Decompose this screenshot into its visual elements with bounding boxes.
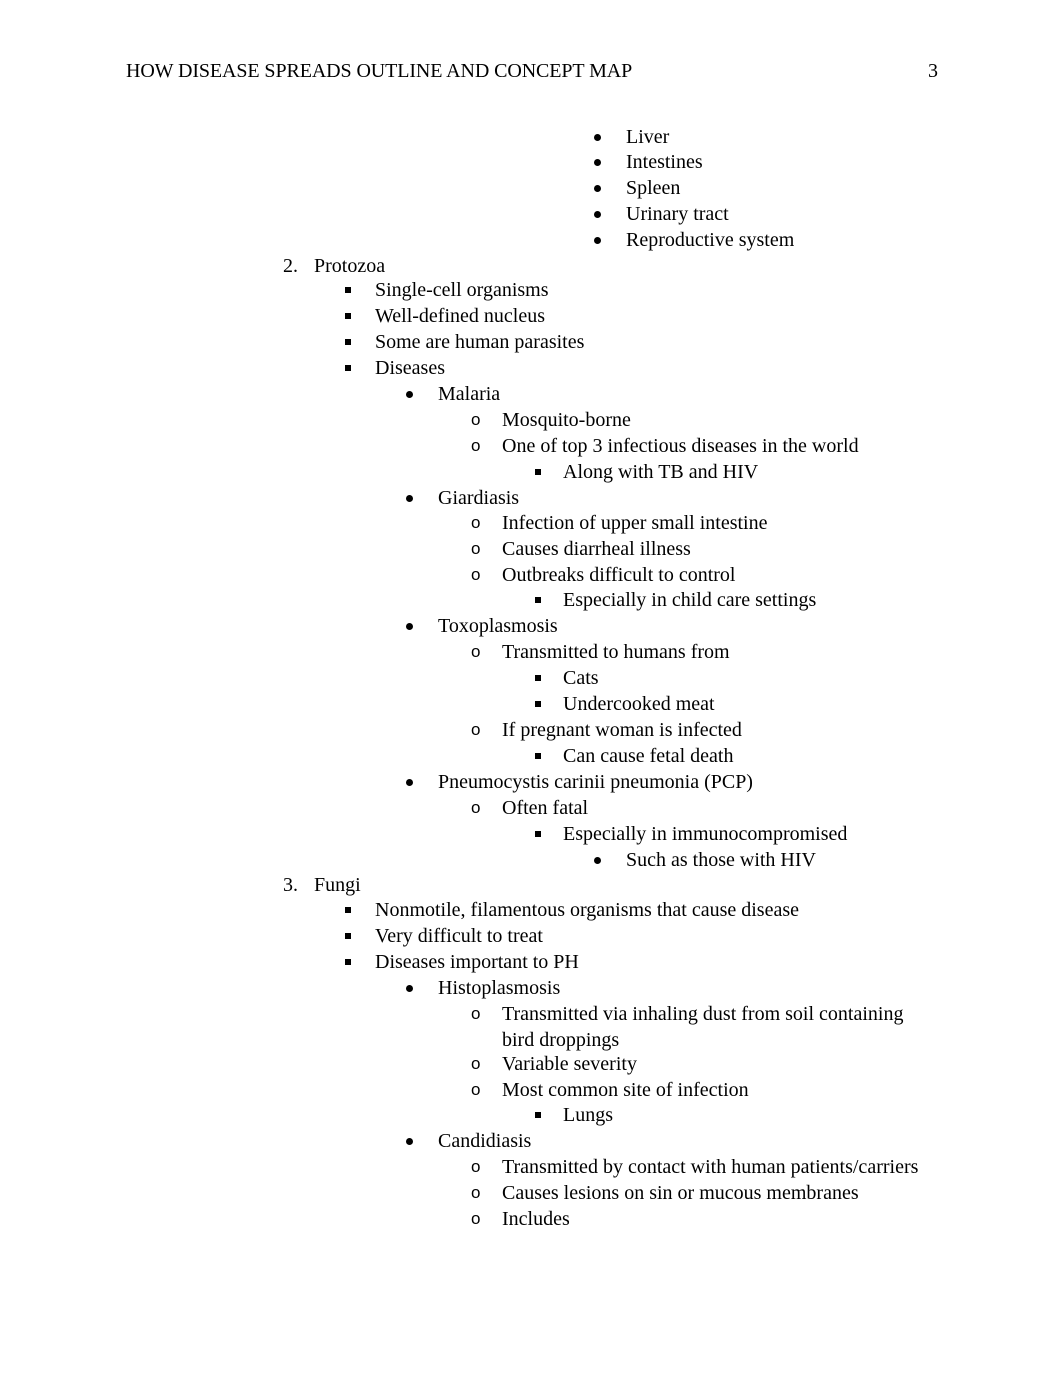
outline-item-text: Along with TB and HIV (563, 461, 759, 483)
outline-item-text: Well-defined nucleus (375, 305, 545, 327)
outline-item-text: Diseases (375, 357, 445, 379)
outline-item-text: Diseases important to PH (375, 951, 579, 973)
outline-item-text: Mosquito-borne (502, 409, 631, 431)
bullet-square-icon (535, 469, 541, 475)
bullet-disc-icon (406, 391, 413, 398)
outline-item-text: Cats (563, 667, 599, 689)
bullet-disc-icon (406, 623, 413, 630)
bullet-square-icon (535, 1112, 541, 1118)
bullet-circle-icon: o (471, 1183, 481, 1202)
outline-item-text: Urinary tract (626, 203, 729, 225)
running-header-title: HOW DISEASE SPREADS OUTLINE AND CONCEPT … (126, 60, 633, 82)
outline-item-text: Outbreaks difficult to control (502, 564, 736, 586)
outline-item-text: Liver (626, 126, 670, 148)
outline-item-text: Giardiasis (438, 487, 520, 509)
outline-item-text: Variable severity (502, 1053, 637, 1075)
bullet-circle-icon: o (471, 1004, 481, 1023)
bullet-disc-icon (594, 857, 601, 864)
outline-item-text: Reproductive system (626, 229, 795, 251)
outline-item-text: One of top 3 infectious diseases in the … (502, 435, 859, 457)
outline-item-text: bird droppings (502, 1029, 620, 1051)
bullet-square-icon (345, 365, 351, 371)
bullet-square-icon (345, 339, 351, 345)
outline-item-text: Histoplasmosis (438, 977, 561, 999)
outline-item-text: Nonmotile, filamentous organisms that ca… (375, 899, 799, 921)
bullet-square-icon (345, 313, 351, 319)
bullet-square-icon (345, 287, 351, 293)
outline-item-text: Can cause fetal death (563, 745, 734, 767)
outline-item-text: Such as those with HIV (626, 849, 816, 871)
outline-item-text: Intestines (626, 151, 703, 173)
outline-item-text: Transmitted by contact with human patien… (502, 1156, 919, 1178)
outline-item-text: Single-cell organisms (375, 279, 549, 301)
outline-item-text: Undercooked meat (563, 693, 715, 715)
outline-item-text: Transmitted to humans from (502, 641, 730, 663)
bullet-square-icon (345, 933, 351, 939)
bullet-circle-icon: o (471, 539, 481, 558)
bullet-circle-icon: o (471, 1054, 481, 1073)
bullet-disc-icon (594, 237, 601, 244)
bullet-circle-icon: o (471, 1209, 481, 1228)
page-number: 3 (928, 60, 938, 82)
outline-item-text: Includes (502, 1208, 570, 1230)
bullet-disc-icon (594, 185, 601, 192)
bullet-circle-icon: o (471, 565, 481, 584)
bullet-circle-icon: o (471, 513, 481, 532)
bullet-square-icon (535, 831, 541, 837)
outline-item-text: Most common site of infection (502, 1079, 749, 1101)
bullet-circle-icon: o (471, 798, 481, 817)
bullet-disc-icon (406, 985, 413, 992)
list-number: 3. (283, 874, 298, 896)
bullet-square-icon (535, 753, 541, 759)
outline-item-text: Toxoplasmosis (438, 615, 558, 637)
outline-item-text: Often fatal (502, 797, 589, 819)
bullet-square-icon (535, 701, 541, 707)
outline-item-text: Fungi (314, 874, 361, 896)
outline-item-text: Pneumocystis carinii pneumonia (PCP) (438, 771, 753, 793)
bullet-disc-icon (594, 159, 601, 166)
outline-item-text: Causes lesions on sin or mucous membrane… (502, 1182, 859, 1204)
bullet-circle-icon: o (471, 410, 481, 429)
bullet-square-icon (535, 597, 541, 603)
outline-item-text: Infection of upper small intestine (502, 512, 768, 534)
outline-item-text: Protozoa (314, 255, 386, 277)
bullet-square-icon (535, 675, 541, 681)
bullet-circle-icon: o (471, 1080, 481, 1099)
document-page: HOW DISEASE SPREADS OUTLINE AND CONCEPT … (0, 0, 1062, 1377)
outline-item-text: Very difficult to treat (375, 925, 543, 947)
bullet-disc-icon (406, 1138, 413, 1145)
bullet-disc-icon (594, 134, 601, 141)
bullet-circle-icon: o (471, 1157, 481, 1176)
outline-item-text: Causes diarrheal illness (502, 538, 691, 560)
outline-item-text: Candidiasis (438, 1130, 532, 1152)
bullet-circle-icon: o (471, 720, 481, 739)
outline-item-text: If pregnant woman is infected (502, 719, 742, 741)
outline-item-text: Spleen (626, 177, 681, 199)
bullet-circle-icon: o (471, 642, 481, 661)
bullet-square-icon (345, 959, 351, 965)
bullet-square-icon (345, 907, 351, 913)
bullet-circle-icon: o (471, 436, 481, 455)
bullet-disc-icon (594, 211, 601, 218)
outline-item-text: Transmitted via inhaling dust from soil … (502, 1003, 904, 1025)
bullet-disc-icon (406, 779, 413, 786)
list-number: 2. (283, 255, 298, 277)
outline-item-text: Malaria (438, 383, 501, 405)
outline-item-text: Especially in immunocompromised (563, 823, 848, 845)
outline-item-text: Some are human parasites (375, 331, 585, 353)
outline-item-text: Lungs (563, 1104, 613, 1126)
outline-item-text: Especially in child care settings (563, 589, 817, 611)
bullet-disc-icon (406, 495, 413, 502)
